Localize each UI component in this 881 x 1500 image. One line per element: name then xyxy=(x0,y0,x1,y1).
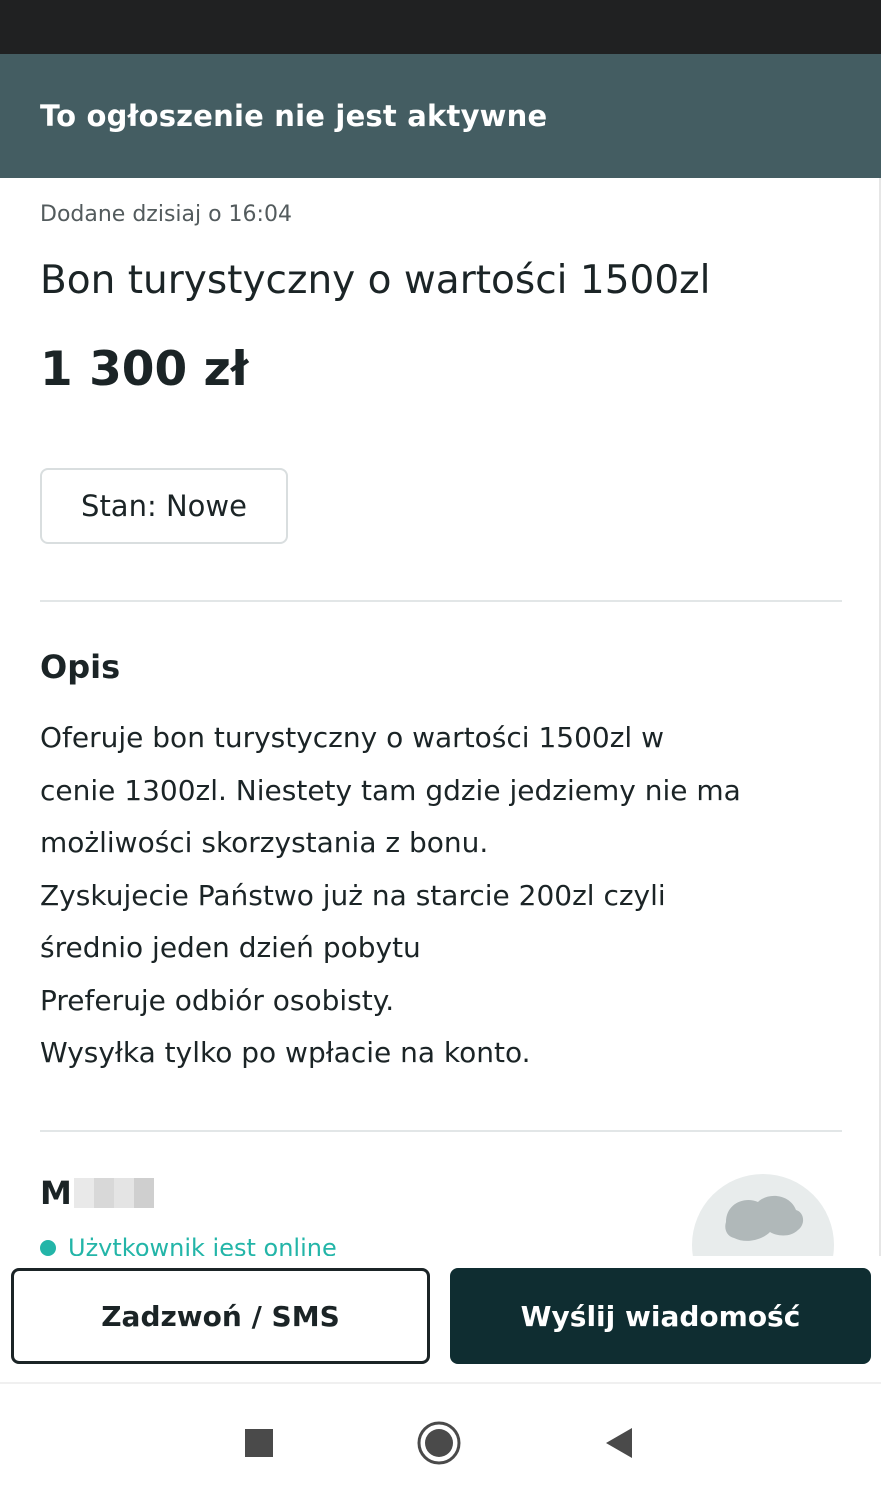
description-line: możliwości skorzystania z bonu. xyxy=(40,826,489,859)
divider xyxy=(40,600,842,602)
back-icon xyxy=(606,1428,632,1458)
listing-title: Bon turystyczny o wartości 1500zl xyxy=(40,258,711,303)
system-navigation-bar xyxy=(0,1382,881,1500)
system-status-bar xyxy=(0,0,881,54)
seller-name-initial: M xyxy=(40,1174,72,1212)
square-icon[interactable] xyxy=(236,1420,282,1466)
description-line: Zyskujecie Państwo już na starcie 200zl … xyxy=(40,878,666,912)
triangle-back-icon[interactable] xyxy=(596,1420,642,1466)
recent-apps-icon xyxy=(245,1429,273,1457)
online-dot-icon xyxy=(40,1240,56,1256)
seller-online-status: Użytkownik jest online xyxy=(40,1234,337,1256)
description-line: cenie 1300zl. Niestety tam gdzie jedziem… xyxy=(40,773,741,807)
listing-content: Dodane dzisiaj o 16:04 Bon turystyczny o… xyxy=(0,178,881,1256)
inactive-listing-banner: To ogłoszenie nie jest aktywne xyxy=(0,54,881,178)
circle-home-icon[interactable] xyxy=(416,1420,462,1466)
seller-name-redacted xyxy=(73,1178,154,1208)
description-text: Oferuje bon turystyczny o wartości 1500z… xyxy=(40,712,840,1080)
description-line: Wysyłka tylko po wpłacie na konto. xyxy=(40,1036,531,1069)
listing-price: 1 300 zł xyxy=(40,342,249,397)
condition-tag: Stan: Nowe xyxy=(40,468,288,544)
action-bar: Zadzwoń / SMS Wyślij wiadomość xyxy=(0,1256,881,1382)
seller-online-text: Użytkownik jest online xyxy=(68,1234,337,1256)
description-heading: Opis xyxy=(40,648,121,686)
home-icon xyxy=(417,1421,461,1465)
listing-added-date: Dodane dzisiaj o 16:04 xyxy=(40,202,292,227)
divider xyxy=(40,1130,842,1132)
call-sms-button[interactable]: Zadzwoń / SMS xyxy=(11,1268,430,1364)
description-line: Preferuje odbiór osobisty. xyxy=(40,983,395,1017)
inactive-listing-text: To ogłoszenie nie jest aktywne xyxy=(40,99,548,133)
description-line: Oferuje bon turystyczny o wartości 1500z… xyxy=(40,721,664,754)
description-line: średnio jeden dzień pobytu xyxy=(40,931,421,964)
user-avatar-icon[interactable] xyxy=(692,1174,834,1256)
avatar-silhouette-icon xyxy=(725,1195,804,1241)
send-message-button[interactable]: Wyślij wiadomość xyxy=(450,1268,871,1364)
seller-name[interactable]: M xyxy=(40,1174,154,1212)
